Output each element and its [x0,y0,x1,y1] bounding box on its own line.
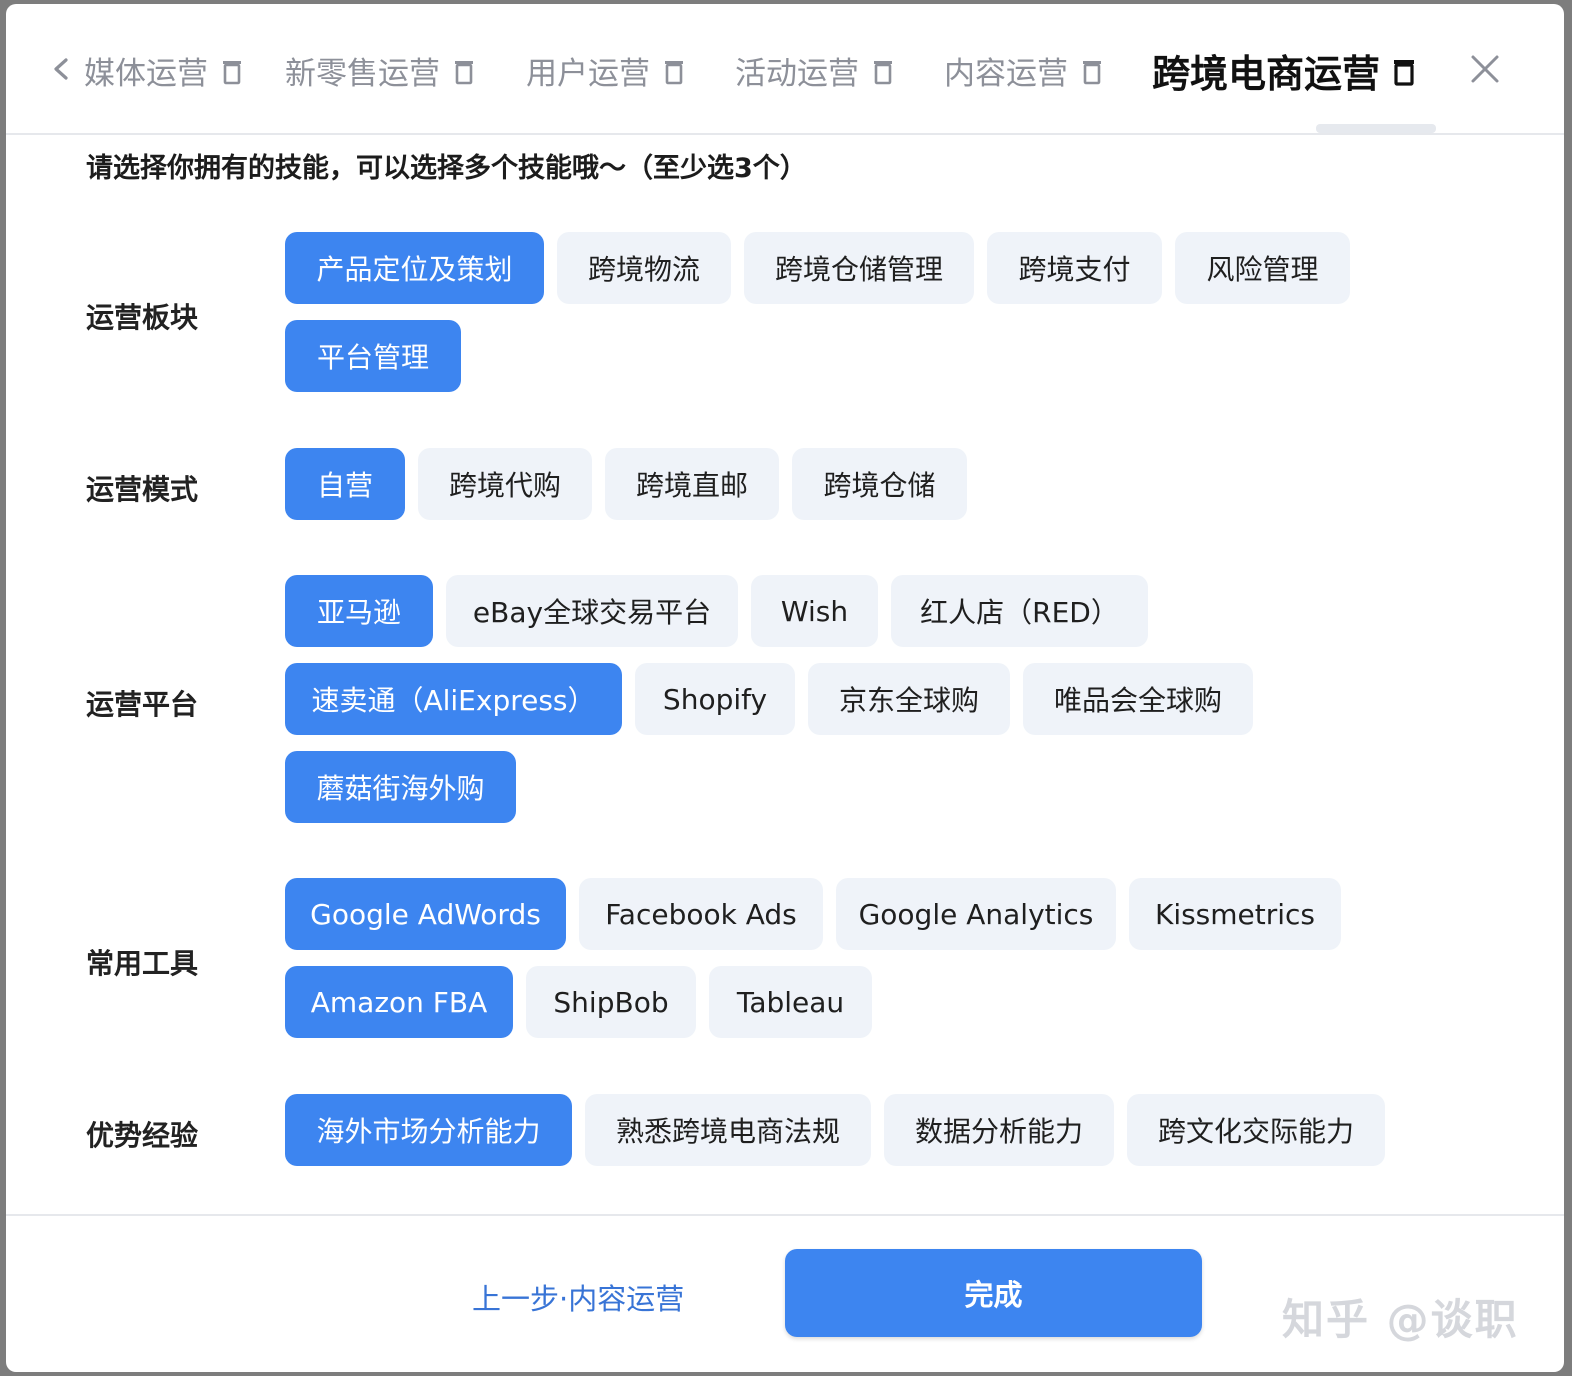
section-label-module: 运营板块 [86,301,199,334]
skill-chip[interactable]: Google Analytics [836,878,1116,950]
section-label-experience: 优势经验 [86,1119,199,1152]
tab-label: 内容运营 [944,55,1068,92]
skill-chip[interactable]: 亚马逊 [285,575,433,647]
section-label-platform: 运营平台 [86,688,199,721]
skill-chip[interactable]: Tableau [709,966,872,1038]
tab-label: 活动运营 [735,55,859,92]
tab-cross-border-ecom-ops[interactable]: 跨境电商运营 [1152,42,1416,98]
skill-chip[interactable]: 红人店（RED） [891,575,1148,647]
skill-chip[interactable]: 熟悉跨境电商法规 [585,1094,871,1166]
skill-chip[interactable]: 跨境支付 [987,232,1162,304]
trash-icon[interactable] [452,53,476,87]
section-label-mode: 运营模式 [86,473,199,506]
tab-content-ops[interactable]: 内容运营 [944,42,1104,98]
close-icon[interactable] [1468,52,1502,86]
skill-chip[interactable]: 速卖通（AliExpress） [285,663,622,735]
trash-icon[interactable] [871,53,895,87]
section-label-tools: 常用工具 [86,947,199,980]
skill-chip[interactable]: 海外市场分析能力 [285,1094,572,1166]
skill-chip[interactable]: 平台管理 [285,320,461,392]
skill-chip[interactable]: 产品定位及策划 [285,232,544,304]
skill-chip[interactable]: 跨境代购 [418,448,592,520]
tab-label: 跨境电商运营 [1152,51,1381,96]
tab-label: 媒体运营 [84,55,208,92]
skill-chip[interactable]: 跨文化交际能力 [1127,1094,1385,1166]
skill-chip[interactable]: 京东全球购 [808,663,1010,735]
trash-icon[interactable] [1392,52,1416,88]
skill-chip[interactable]: 跨境直邮 [605,448,779,520]
tab-media-ops[interactable]: 媒体运营 [84,42,244,98]
skill-chip[interactable]: Wish [751,575,878,647]
tab-user-ops[interactable]: 用户运营 [526,42,686,98]
active-tab-indicator [1316,124,1436,133]
tab-event-ops[interactable]: 活动运营 [735,42,895,98]
tab-bar: 媒体运营 新零售运营 用户运营 活动运营 内容运营 跨境电商运营 [6,4,1564,135]
skill-chip[interactable]: 跨境仓储 [792,448,967,520]
skill-chip[interactable]: 跨境物流 [557,232,731,304]
tab-label: 用户运营 [526,55,650,92]
skill-chip[interactable]: 自营 [285,448,405,520]
previous-step-link[interactable]: 上一步·内容运营 [472,1276,684,1318]
skill-chip[interactable]: 风险管理 [1175,232,1350,304]
skill-chip[interactable]: 蘑菇街海外购 [285,751,516,823]
instruction-text: 请选择你拥有的技能，可以选择多个技能哦～（至少选3个） [86,153,807,184]
tab-label: 新零售运营 [285,55,440,92]
skill-chip[interactable]: Amazon FBA [285,966,513,1038]
skill-chip[interactable]: 跨境仓储管理 [744,232,974,304]
skill-chip[interactable]: eBay全球交易平台 [446,575,738,647]
skill-chip[interactable]: 唯品会全球购 [1023,663,1253,735]
skill-chip[interactable]: Facebook Ads [579,878,823,950]
chevron-left-icon[interactable] [50,52,72,86]
skill-chip[interactable]: Google AdWords [285,878,566,950]
skill-chip[interactable]: ShipBob [526,966,696,1038]
tab-new-retail-ops[interactable]: 新零售运营 [285,42,476,98]
trash-icon[interactable] [220,53,244,87]
skill-select-dialog: 媒体运营 新零售运营 用户运营 活动运营 内容运营 跨境电商运营 请选择你拥有的… [6,4,1564,1372]
trash-icon[interactable] [1080,53,1104,87]
skill-chip[interactable]: 数据分析能力 [884,1094,1114,1166]
skill-chip[interactable]: Shopify [635,663,795,735]
trash-icon[interactable] [662,53,686,87]
done-button[interactable]: 完成 [785,1249,1202,1337]
watermark: 知乎 @谈职 [1282,1295,1519,1344]
skill-chip[interactable]: Kissmetrics [1129,878,1341,950]
dialog-footer: 上一步·内容运营 完成 知乎 @谈职 [6,1214,1564,1372]
